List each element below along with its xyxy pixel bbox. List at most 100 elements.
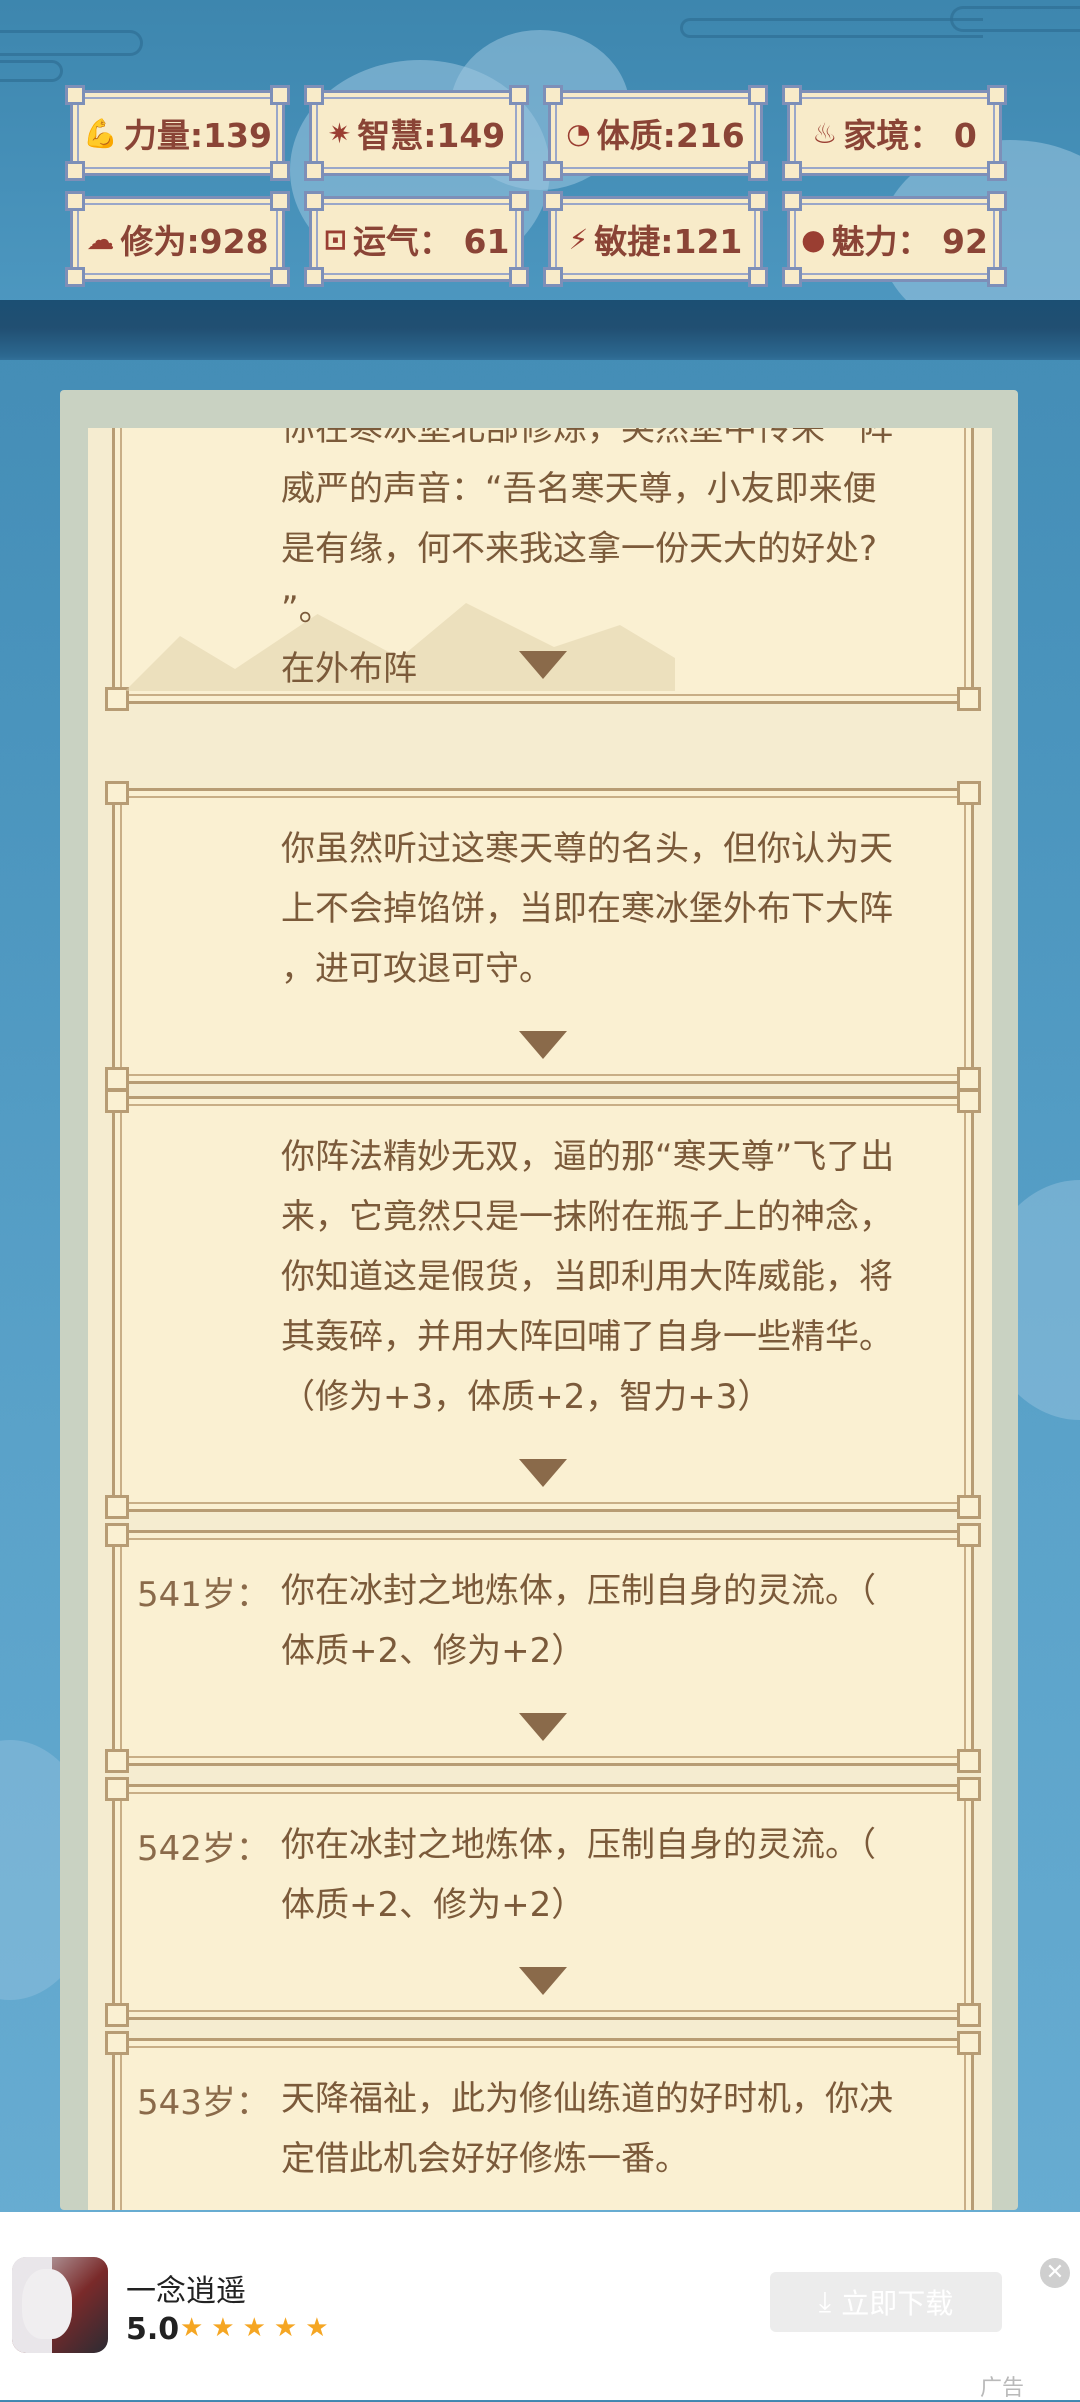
frame-corner <box>509 267 529 287</box>
expand-arrow-icon[interactable] <box>519 1713 567 1741</box>
event-text: 你阵法精妙无双，逼的那“寒天尊”飞了出 来，它竟然只是一抹附在瓶子上的神念， 你知道… <box>281 1127 943 1427</box>
download-button[interactable]: ⤓ 立即下载 <box>770 2272 1002 2332</box>
app-icon-face <box>22 2269 72 2339</box>
frame-corner <box>304 161 324 181</box>
download-label: 立即下载 <box>841 2287 954 2320</box>
event-age: 542岁： <box>137 1829 270 1869</box>
event-card[interactable]: 541岁： 你在冰封之地炼体，压制自身的灵流。（ 体质+2、修为+2） <box>105 1523 981 1773</box>
frame-corner <box>957 2031 981 2055</box>
stat-box: ♨ 家境： 0 <box>782 85 1007 181</box>
luck-icon: ⊡ <box>323 222 348 256</box>
expand-arrow-icon[interactable] <box>519 1967 567 1995</box>
event-line: 你在冰封之地炼体，压制自身的灵流。（ <box>281 1571 876 1611</box>
stat-label: 力量:139 <box>123 116 272 155</box>
frame-corner <box>270 85 290 105</box>
frame-corner <box>957 781 981 805</box>
frame-corner <box>509 85 529 105</box>
ad-banner[interactable]: 一念逍遥 5.0 ★★★★★ ⤓ 立即下载 ✕ 广告 <box>0 2212 1080 2401</box>
stat-label: 修为:928 <box>120 222 269 261</box>
expand-arrow-icon[interactable] <box>519 1459 567 1487</box>
event-card[interactable]: 你虽然听过这寒天尊的名头，但你认为天 上不会掉馅饼，当即在寒冰堡外布下大阵 ，进可攻… <box>105 781 981 1091</box>
event-card[interactable]: 543岁： 天降福祉，此为修仙练道的好时机，你决 定借此机会好好修炼一番。 <box>105 2031 981 2210</box>
event-line: 你在寒冰堡北部修炼，突然堡中传来一阵 <box>281 428 893 449</box>
ad-rating: 5.0 <box>126 2312 180 2347</box>
event-text: 天降福祉，此为修仙练道的好时机，你决 定借此机会好好修炼一番。 <box>281 2069 943 2189</box>
stat-box: ⊡ 运气： 61 <box>304 191 529 287</box>
stat-label: 运气： 61 <box>353 222 510 261</box>
frame-corner <box>957 687 981 711</box>
star-rating-icon: ★★★★★ <box>180 2313 337 2343</box>
close-icon[interactable]: ✕ <box>1040 2258 1070 2288</box>
bulb-icon: ✷ <box>327 116 352 150</box>
stat-box: ◔ 体质:216 <box>543 85 768 181</box>
event-line: 体质+2、修为+2） <box>281 1885 586 1925</box>
event-text: 你虽然听过这寒天尊的名头，但你认为天 上不会掉馅饼，当即在寒冰堡外布下大阵 ，进可攻… <box>281 819 943 999</box>
event-card[interactable]: 你在寒冰堡北部修炼，突然堡中传来一阵威严的声音：“吾名寒天尊，小友即来便 是有缘，… <box>105 428 981 711</box>
expand-arrow-icon[interactable] <box>519 651 567 679</box>
frame-corner <box>105 1067 129 1091</box>
stat-label: 魅力： 92 <box>831 222 988 261</box>
download-icon: ⤓ <box>818 2285 832 2318</box>
event-line: 你虽然听过这寒天尊的名头，但你认为天 <box>281 829 893 869</box>
event-line: 是有缘，何不来我这拿一份天大的好处? <box>281 529 878 569</box>
event-line: 体质+2、修为+2） <box>281 1631 586 1671</box>
stat-box: 💪 力量:139 <box>65 85 290 181</box>
event-line: 威严的声音：“吾名寒天尊，小友即来便 <box>281 469 877 509</box>
frame-corner <box>543 267 563 287</box>
frame-corner <box>782 191 802 211</box>
frame-corner <box>105 1523 129 1547</box>
swirl-decoration <box>0 30 143 56</box>
stat-label: 敏捷:121 <box>594 222 743 261</box>
frame-corner <box>957 1749 981 1773</box>
event-line: 你知道这是假货，当即利用大阵威能，将 <box>281 1257 893 1297</box>
frame-corner <box>304 85 324 105</box>
stat-label: 体质:216 <box>596 116 745 155</box>
stat-box: ☁ 修为:928 <box>65 191 290 287</box>
event-text: 你在冰封之地炼体，压制自身的灵流。（ 体质+2、修为+2） <box>281 1815 943 1935</box>
frame-corner <box>987 191 1007 211</box>
frame-corner <box>270 191 290 211</box>
stat-box: ✷ 智慧:149 <box>304 85 529 181</box>
app-icon[interactable] <box>12 2257 108 2353</box>
frame-corner <box>957 1523 981 1547</box>
lightning-icon: ⚡ <box>568 222 589 256</box>
ad-app-name: 一念逍遥 <box>126 2274 246 2309</box>
frame-corner <box>748 267 768 287</box>
event-log[interactable]: 你在寒冰堡北部修炼，突然堡中传来一阵威严的声音：“吾名寒天尊，小友即来便 是有缘，… <box>88 428 992 2210</box>
expand-arrow-icon[interactable] <box>519 1031 567 1059</box>
frame-corner <box>782 85 802 105</box>
frame-corner <box>543 85 563 105</box>
swirl-decoration <box>0 60 63 82</box>
stat-label: 智慧:149 <box>357 116 506 155</box>
frame-corner <box>782 267 802 287</box>
frame-corner <box>105 1749 129 1773</box>
event-line: 来，它竟然只是一抹附在瓶子上的神念， <box>281 1197 893 1237</box>
frame-corner <box>957 1495 981 1519</box>
event-age: 543岁： <box>137 2083 270 2123</box>
ad-tag: 广告 <box>980 2376 1025 2401</box>
event-card[interactable]: 你阵法精妙无双，逼的那“寒天尊”飞了出 来，它竟然只是一抹附在瓶子上的神念， 你知道… <box>105 1089 981 1519</box>
frame-corner <box>957 2003 981 2027</box>
frame-corner <box>105 1089 129 1113</box>
event-card[interactable]: 542岁： 你在冰封之地炼体，压制自身的灵流。（ 体质+2、修为+2） <box>105 1777 981 2027</box>
event-line: ，进可攻退可守。 <box>281 949 553 989</box>
frame-corner <box>748 161 768 181</box>
frame-corner <box>987 161 1007 181</box>
frame-corner <box>509 191 529 211</box>
frame-corner <box>543 161 563 181</box>
event-line: 上不会掉馅饼，当即在寒冰堡外布下大阵 <box>281 889 893 929</box>
frame-corner <box>748 191 768 211</box>
frame-corner <box>957 1777 981 1801</box>
swirl-decoration <box>950 6 1080 32</box>
event-text: 你在冰封之地炼体，压制自身的灵流。（ 体质+2、修为+2） <box>281 1561 943 1681</box>
family-icon: ♨ <box>812 116 838 150</box>
event-line: 定借此机会好好修炼一番。 <box>281 2139 689 2179</box>
frame-corner <box>987 267 1007 287</box>
ink-band-decoration <box>0 300 1080 360</box>
frame-corner <box>270 161 290 181</box>
event-age: 541岁： <box>137 1575 270 1615</box>
frame-corner <box>105 2003 129 2027</box>
frame-corner <box>782 161 802 181</box>
frame-corner <box>304 191 324 211</box>
event-line: 天降福祉，此为修仙练道的好时机，你决 <box>281 2079 893 2119</box>
